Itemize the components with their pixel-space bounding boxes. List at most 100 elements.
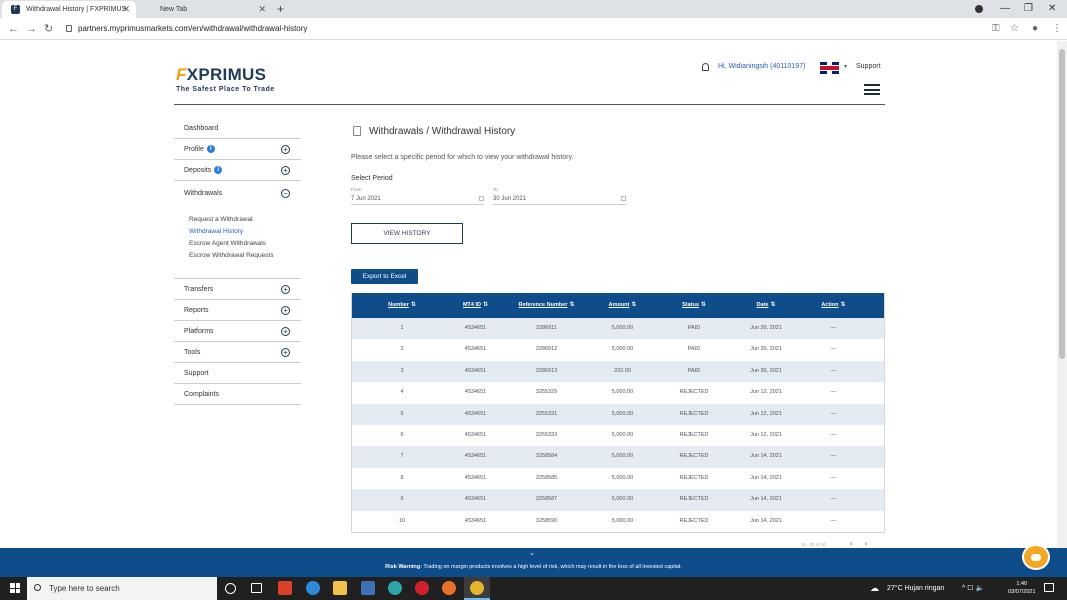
chat-app-icon[interactable] [306, 581, 320, 595]
sidebar-item-transfers[interactable]: Transfers + [174, 279, 301, 300]
sidebar-item-deposits[interactable]: Deposits i + [174, 160, 301, 181]
logo-text: XPRIMUS [186, 65, 267, 84]
expand-plus-icon[interactable]: + [281, 327, 290, 336]
taskbar-search-box[interactable]: Type here to search [27, 577, 217, 600]
subnav-withdrawal-history[interactable]: Withdrawal History [189, 226, 301, 238]
export-to-excel-button[interactable]: Export to Excel [351, 269, 418, 284]
view-history-button[interactable]: VIEW HISTORY [351, 223, 463, 244]
cell-action[interactable]: — [795, 318, 872, 339]
taskbar-clock[interactable]: 1:40 03/07/2021 [1008, 580, 1036, 596]
sort-icon[interactable]: ⇅ [483, 293, 488, 318]
to-date-field[interactable]: To 30 Jun 2021 [493, 187, 769, 205]
windows-start-icon[interactable] [10, 583, 20, 593]
cell-action[interactable]: — [795, 511, 872, 532]
expand-plus-icon[interactable]: + [281, 285, 290, 294]
record-icon[interactable] [975, 5, 983, 13]
sidebar-item-dashboard[interactable]: Dashboard [174, 118, 301, 139]
fxprimus-logo[interactable]: FXPRIMUS The Safest Place To Trade [176, 65, 275, 93]
calendar-icon[interactable] [479, 196, 484, 201]
cortana-icon[interactable] [225, 583, 236, 594]
column-header-mt4-id[interactable]: MT4 ID ⇅ [452, 293, 499, 318]
hamburger-menu-icon[interactable] [864, 84, 880, 95]
user-greeting[interactable]: Hi, Widianingsih (40110197) [718, 63, 805, 70]
sidebar-item-platforms[interactable]: Platforms + [174, 321, 301, 342]
column-header-status[interactable]: Status ⇅ [651, 293, 737, 318]
new-tab-button[interactable]: + [277, 0, 284, 18]
cell-action[interactable]: — [795, 382, 872, 403]
opera-icon[interactable] [415, 581, 429, 595]
weather-cloud-icon[interactable]: ☁ [870, 577, 879, 600]
header-support-link[interactable]: Support [856, 63, 881, 70]
profile-icon[interactable]: ● [1032, 18, 1038, 40]
bell-icon[interactable] [702, 63, 709, 71]
sidebar-item-reports[interactable]: Reports + [174, 300, 301, 321]
next-page-icon[interactable]: › [865, 539, 868, 548]
task-view-icon[interactable] [251, 583, 262, 593]
tab-new-tab[interactable]: New Tab ✕ [136, 1, 272, 18]
expand-plus-icon[interactable]: + [281, 306, 290, 315]
column-header-date[interactable]: Date ⇅ [737, 293, 795, 318]
close-window-button[interactable]: ✕ [1048, 0, 1056, 18]
expand-plus-icon[interactable]: + [281, 348, 290, 357]
cell-action[interactable]: — [795, 446, 872, 467]
edge-icon[interactable] [388, 581, 402, 595]
cell-action[interactable]: — [795, 404, 872, 425]
presentation-app-icon[interactable] [278, 581, 292, 595]
subnav-escrow-withdrawal-requests[interactable]: Escrow Withdrawal Requests [189, 250, 301, 262]
cell-action[interactable]: — [795, 489, 872, 510]
page-scrollbar[interactable] [1057, 41, 1067, 548]
file-explorer-icon[interactable] [333, 581, 347, 595]
bookmark-star-icon[interactable]: ☆ [1010, 18, 1019, 40]
uk-flag-icon[interactable] [820, 62, 839, 74]
subnav-escrow-agent-withdrawals[interactable]: Escrow Agent Withdrawals [189, 238, 301, 250]
sidebar-item-support[interactable]: Support [174, 363, 301, 384]
cell-action[interactable]: — [795, 339, 872, 360]
reload-button[interactable]: ↻ [44, 18, 53, 40]
subnav-request-withdrawal[interactable]: Request a Withdrawal [189, 214, 301, 226]
cell-action[interactable]: — [795, 361, 872, 382]
close-tab-icon[interactable]: ✕ [122, 1, 130, 18]
sort-icon[interactable]: ⇅ [770, 293, 775, 318]
sort-icon[interactable]: ⇅ [701, 293, 706, 318]
expand-plus-icon[interactable]: + [281, 166, 290, 175]
restore-button[interactable]: ❐ [1024, 0, 1033, 18]
sidebar-item-tools[interactable]: Tools + [174, 342, 301, 363]
sort-icon[interactable]: ⇅ [841, 293, 846, 318]
cell-action[interactable]: — [795, 468, 872, 489]
previous-page-icon[interactable]: ‹ [850, 539, 853, 548]
cell-action[interactable]: — [795, 425, 872, 446]
back-button[interactable]: ← [8, 18, 19, 40]
url-field[interactable]: partners.myprimusmarkets.com/en/withdraw… [66, 21, 1026, 37]
scrollbar-thumb[interactable] [1059, 49, 1065, 359]
info-icon[interactable]: i [206, 145, 215, 154]
column-header-reference-number[interactable]: Reference Number ⇅ [499, 293, 594, 318]
sidebar-item-profile[interactable]: Profile i + [174, 139, 301, 160]
app-icon[interactable] [361, 581, 375, 595]
browser-menu-icon[interactable]: ⋮ [1052, 18, 1062, 40]
minimize-button[interactable]: — [1000, 0, 1010, 18]
chrome-taskbar-button[interactable] [464, 577, 490, 600]
calendar-icon[interactable] [621, 196, 626, 201]
sidebar-item-withdrawals[interactable]: Withdrawals − [174, 181, 301, 206]
system-tray-icons[interactable]: ^ ☐ 🔈 [962, 577, 984, 600]
sort-icon[interactable]: ⇅ [569, 293, 574, 318]
weather-text[interactable]: 27°C Hujan ringan [887, 577, 944, 600]
firefox-icon[interactable] [442, 581, 456, 595]
sort-icon[interactable]: ⇅ [631, 293, 636, 318]
collapse-minus-icon[interactable]: − [281, 189, 290, 198]
expand-plus-icon[interactable]: + [281, 145, 290, 154]
key-icon[interactable]: ⚿ [992, 18, 1000, 40]
column-header-action[interactable]: Action ⇅ [795, 293, 872, 318]
column-header-number[interactable]: Number ⇅ [352, 293, 452, 318]
chat-icon[interactable] [1022, 544, 1050, 570]
sort-icon[interactable]: ⇅ [411, 293, 416, 318]
close-tab-icon[interactable]: ✕ [258, 1, 266, 18]
chevron-down-icon[interactable]: ▾ [844, 63, 847, 70]
sidebar-item-complaints[interactable]: Complaints [174, 384, 301, 405]
forward-button[interactable]: → [26, 18, 37, 40]
expand-chevron-icon[interactable]: ⌄ [529, 549, 535, 557]
notification-icon[interactable] [1044, 583, 1054, 592]
tab-withdrawal-history[interactable]: F Withdrawal History | FXPRIMUS ✕ [2, 1, 136, 18]
column-header-amount[interactable]: Amount ⇅ [594, 293, 651, 318]
info-icon[interactable]: i [214, 166, 223, 175]
